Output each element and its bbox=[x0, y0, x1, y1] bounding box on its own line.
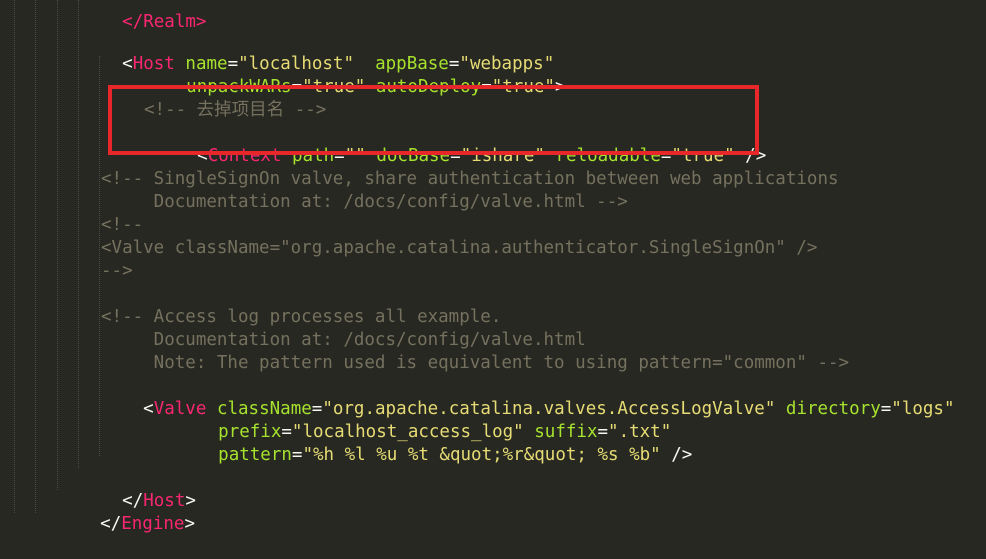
code-line-engine-close: </Engine> bbox=[100, 514, 195, 534]
comment-line: Documentation at: /docs/config/valve.htm… bbox=[101, 330, 586, 350]
indent-guide bbox=[57, 0, 58, 490]
comment-line: Note: The pattern used is equivalent to … bbox=[101, 353, 850, 373]
code-editor[interactable]: </Realm> <Host name="localhost" appBase=… bbox=[0, 0, 986, 534]
highlight-box bbox=[108, 85, 759, 155]
code-line-valve-prefix: prefix="localhost_access_log" suffix=".t… bbox=[218, 422, 672, 442]
code-line-host-open: <Host name="localhost" appBase="webapps" bbox=[122, 54, 555, 74]
comment-line: <!-- bbox=[101, 215, 144, 235]
code-line-host-close: </Host> bbox=[122, 491, 196, 511]
indent-guide bbox=[35, 0, 36, 513]
comment-line: --> bbox=[101, 261, 133, 281]
comment-line: <!-- SingleSignOn valve, share authentic… bbox=[101, 169, 839, 189]
code-line: </Realm> bbox=[80, 0, 206, 32]
code-line-valve-pattern: pattern="%h %l %u %t &quot;%r&quot; %s %… bbox=[218, 445, 693, 465]
attr-pattern: pattern bbox=[218, 445, 292, 465]
realm-close-tag: </Realm> bbox=[122, 12, 207, 32]
code-line-valve: <Valve className="org.apache.catalina.va… bbox=[143, 399, 955, 419]
comment-line: <!-- Access log processes all example. bbox=[101, 307, 502, 327]
comment-line: <Valve className="org.apache.catalina.au… bbox=[101, 238, 818, 258]
code-line-host-attrs: unpackWARs="true" autoDeploy="true"> bbox=[186, 77, 566, 97]
indent-guide bbox=[78, 0, 79, 468]
engine-close-tag: Engine bbox=[121, 514, 185, 534]
comment-line: Documentation at: /docs/config/valve.htm… bbox=[101, 192, 628, 212]
indent-guide bbox=[99, 56, 100, 456]
value-pattern: "%h %l %u %t &quot;%r&quot; %s %b" bbox=[302, 445, 661, 465]
indent-guide bbox=[14, 0, 15, 513]
value-directory: "logs" bbox=[891, 399, 955, 419]
attr-directory: directory bbox=[785, 399, 881, 419]
